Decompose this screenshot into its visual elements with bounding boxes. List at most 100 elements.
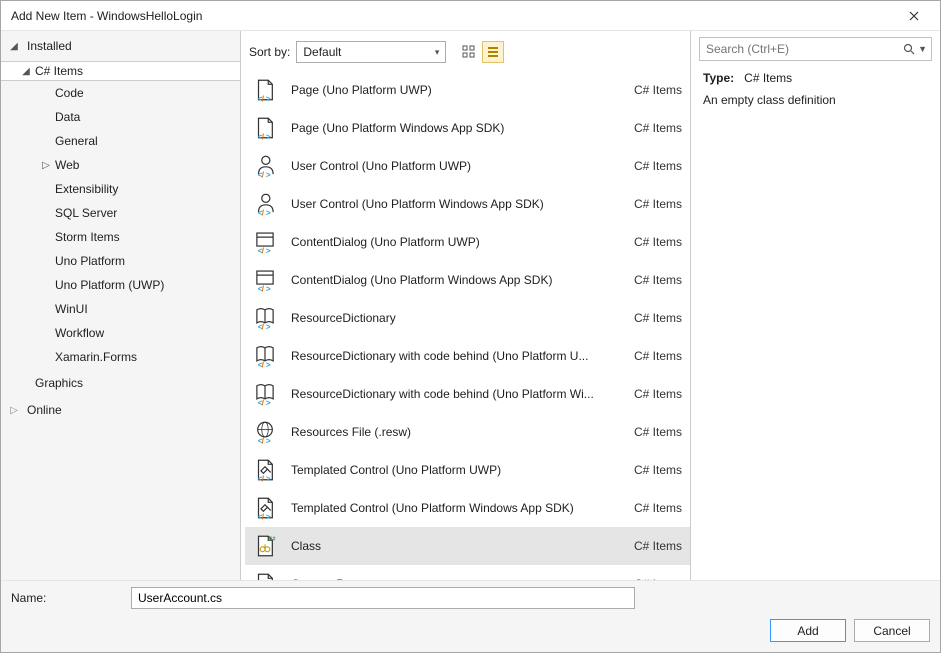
tree-label: Workflow: [51, 326, 104, 340]
template-item-icon: </>: [249, 188, 281, 220]
template-item-category: C# Items: [634, 197, 682, 211]
titlebar: Add New Item - WindowsHelloLogin: [1, 1, 940, 31]
template-item-icon: </>: [249, 264, 281, 296]
svg-text:/: /: [262, 284, 265, 293]
tree-node-child[interactable]: Uno Platform: [1, 251, 240, 271]
cancel-button[interactable]: Cancel: [854, 619, 930, 642]
template-item-icon: </>: [249, 150, 281, 182]
tree-node-child[interactable]: SQL Server: [1, 203, 240, 223]
svg-text:/: /: [262, 246, 265, 255]
svg-text:C#: C#: [268, 536, 276, 542]
dialog-icon: </>: [252, 229, 278, 255]
tree-node-csharp-items[interactable]: ◢ C# Items: [1, 61, 240, 81]
resource-dictionary-icon: </>: [252, 305, 278, 331]
template-item-icon: </>: [249, 112, 281, 144]
template-item[interactable]: </>User Control (Uno Platform UWP)C# Ite…: [245, 147, 690, 185]
tree-label: Web: [51, 158, 79, 172]
template-item[interactable]: </>ResourceDictionary with code behind (…: [245, 337, 690, 375]
template-item-category: C# Items: [634, 387, 682, 401]
view-mode-small[interactable]: [482, 41, 504, 63]
tree-node-child[interactable]: Data: [1, 107, 240, 127]
template-list[interactable]: </>Page (Uno Platform UWP)C# Items</>Pag…: [241, 67, 690, 580]
template-item-category: C# Items: [634, 235, 682, 249]
tree-node-child[interactable]: Storm Items: [1, 227, 240, 247]
template-item[interactable]: C# Class C# Items: [245, 527, 690, 565]
tree-label: Uno Platform: [51, 254, 125, 268]
tree-label: WinUI: [51, 302, 88, 316]
sort-by-label: Sort by:: [249, 45, 290, 59]
template-item-icon: </>: [249, 302, 281, 334]
template-item[interactable]: </>ResourceDictionary with code behind (…: [245, 375, 690, 413]
template-item[interactable]: </>Templated Control (Uno Platform UWP)C…: [245, 451, 690, 489]
tree-label-installed: Installed: [23, 39, 72, 53]
template-item[interactable]: Content PageC# Items: [245, 565, 690, 580]
svg-text:>: >: [266, 170, 271, 179]
user-control-icon: </>: [252, 191, 278, 217]
tree-node-child[interactable]: WinUI: [1, 299, 240, 319]
template-item-icon: </>: [249, 454, 281, 486]
tree-node-child[interactable]: Workflow: [1, 323, 240, 343]
svg-text:>: >: [266, 94, 271, 103]
chevron-down-icon: ◢: [21, 66, 31, 77]
search-icon: [901, 41, 917, 57]
resource-dictionary-icon: </>: [252, 381, 278, 407]
template-item[interactable]: </>ContentDialog (Uno Platform Windows A…: [245, 261, 690, 299]
template-item-icon: </>: [249, 74, 281, 106]
template-item-category: C# Items: [634, 349, 682, 363]
template-item-category: C# Items: [634, 425, 682, 439]
tree-label: Storm Items: [51, 230, 120, 244]
tree-label: Uno Platform (UWP): [51, 278, 164, 292]
close-button[interactable]: [894, 2, 934, 30]
template-item-icon: [249, 568, 281, 580]
tree-node-child[interactable]: Extensibility: [1, 179, 240, 199]
info-type-label: Type:: [703, 71, 734, 85]
template-item[interactable]: </>User Control (Uno Platform Windows Ap…: [245, 185, 690, 223]
search-box[interactable]: ▼: [699, 37, 932, 61]
view-mode-medium[interactable]: [458, 41, 480, 63]
content-page-icon: [252, 571, 278, 580]
tree-node-child[interactable]: General: [1, 131, 240, 151]
template-item-name: ContentDialog (Uno Platform UWP): [291, 235, 626, 249]
template-item-category: C# Items: [634, 121, 682, 135]
svg-text:>: >: [266, 322, 271, 331]
template-item-name: Page (Uno Platform Windows App SDK): [291, 121, 626, 135]
add-button[interactable]: Add: [770, 619, 846, 642]
template-item-name: User Control (Uno Platform UWP): [291, 159, 626, 173]
dialog-body: ◢ Installed ◢ C# Items CodeDataGeneral▷W…: [1, 31, 940, 580]
template-item[interactable]: </>Page (Uno Platform UWP)C# Items: [245, 71, 690, 109]
view-mode-buttons: [458, 41, 504, 63]
cancel-button-label: Cancel: [873, 624, 910, 638]
template-item-name: Class: [291, 539, 626, 553]
template-item[interactable]: </>Resources File (.resw)C# Items: [245, 413, 690, 451]
template-item[interactable]: </> Page (Uno Platform Windows App SDK) C#…: [245, 109, 690, 147]
info-type-value: C# Items: [744, 71, 792, 85]
search-input[interactable]: [704, 41, 901, 57]
tree-node-child[interactable]: Xamarin.Forms: [1, 347, 240, 367]
chevron-right-icon: ▷: [41, 160, 51, 171]
button-row: Add Cancel: [1, 615, 940, 652]
sort-by-dropdown[interactable]: Default ▾: [296, 41, 446, 63]
tree-node-child[interactable]: Uno Platform (UWP): [1, 275, 240, 295]
tree-node-graphics[interactable]: Graphics: [1, 373, 240, 393]
tree-label: Extensibility: [51, 182, 118, 196]
svg-text:>: >: [266, 132, 271, 141]
tree-node-child[interactable]: Code: [1, 83, 240, 103]
template-item[interactable]: </> ContentDialog (Uno Platform UWP) C# It…: [245, 223, 690, 261]
svg-text:>: >: [266, 512, 271, 521]
template-item[interactable]: </>ResourceDictionaryC# Items: [245, 299, 690, 337]
tree-node-installed[interactable]: ◢ Installed: [1, 37, 240, 59]
templated-control-icon: </>: [252, 495, 278, 521]
name-input[interactable]: [131, 587, 635, 609]
template-item[interactable]: </>Templated Control (Uno Platform Windo…: [245, 489, 690, 527]
chevron-right-icon: ▷: [9, 405, 19, 416]
tree-label: Graphics: [31, 376, 83, 390]
center-pane: Sort by: Default ▾ </>Page (Uno Platform…: [241, 31, 690, 580]
tree-node-online[interactable]: ▷ Online: [1, 401, 240, 423]
svg-text:>: >: [266, 246, 271, 255]
tree-node-child[interactable]: ▷Web: [1, 155, 240, 175]
info-description: An empty class definition: [703, 93, 928, 107]
template-item-category: C# Items: [634, 539, 682, 553]
template-item-category: C# Items: [634, 463, 682, 477]
tree-label: Code: [51, 86, 84, 100]
category-tree: ◢ Installed ◢ C# Items CodeDataGeneral▷W…: [1, 31, 241, 580]
